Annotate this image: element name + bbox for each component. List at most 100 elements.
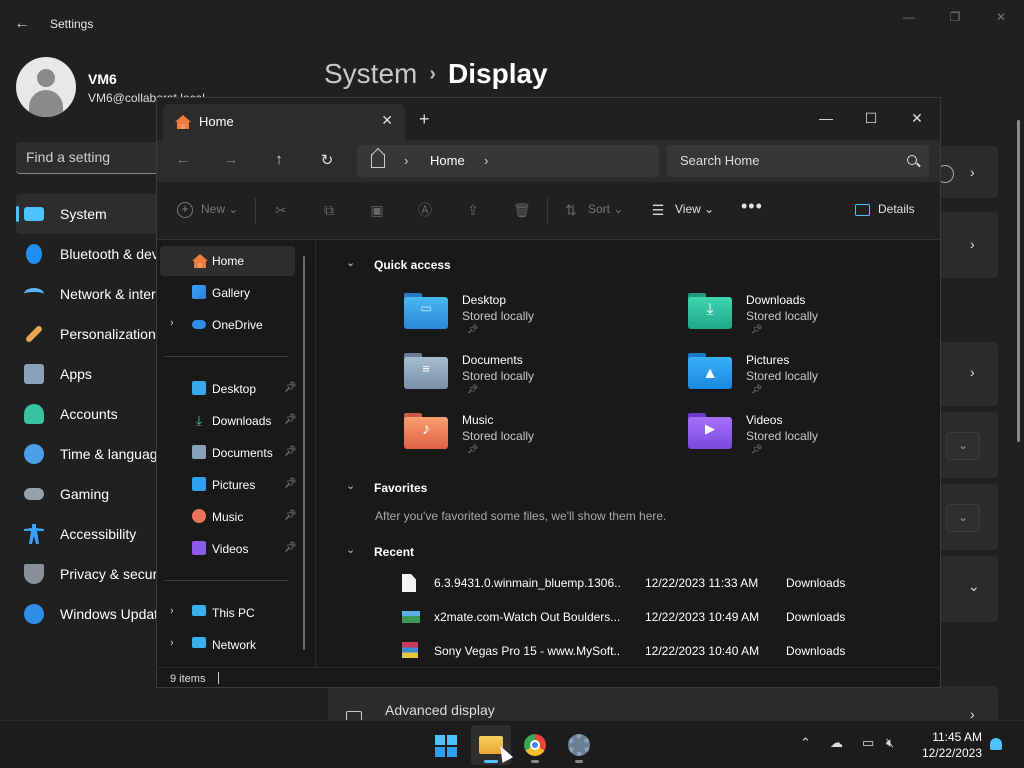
sort-icon[interactable]: ⇅ [563, 202, 579, 218]
new-icon[interactable]: + [177, 202, 193, 218]
recent-row[interactable]: Sony Vegas Pro 15 - www.MySoft... 12/22/… [402, 640, 922, 662]
sidebar-item-network[interactable]: › Network [160, 630, 295, 660]
search-input[interactable]: Search Home [667, 145, 929, 177]
up-arrow-icon[interactable]: ↑ [268, 151, 290, 168]
quick-access-item-documents[interactable]: ≡ Documents Stored locally 📌︎ [404, 353, 664, 409]
quick-access-item-pictures[interactable]: ▲ Pictures Stored locally 📌︎ [688, 353, 948, 409]
recent-row[interactable]: 6.3.9431.0.winmain_bluemp.1306... 12/22/… [402, 572, 922, 594]
sidebar-item-home[interactable]: Home [160, 246, 295, 276]
share-icon[interactable]: ⇪ [465, 202, 481, 218]
network-status-icon[interactable]: ▭ [862, 735, 874, 751]
forward-arrow-icon[interactable]: → [220, 151, 242, 168]
chevron-right-icon[interactable]: › [484, 153, 488, 168]
volume-muted-icon[interactable]: 🔇︎ [886, 735, 894, 751]
chevron-down-icon[interactable]: ⌄ [346, 256, 355, 269]
details-pane-icon[interactable] [855, 204, 870, 216]
nav-item-accessibility[interactable]: Accessibility [16, 514, 166, 554]
sidebar-item-onedrive[interactable]: › OneDrive [160, 310, 295, 340]
taskbar-settings[interactable] [559, 725, 599, 765]
sidebar-item-gallery[interactable]: Gallery [160, 278, 295, 308]
sidebar-item-downloads[interactable]: ⤓ Downloads 📌︎ [160, 406, 297, 436]
chevron-right-icon[interactable]: › [170, 605, 174, 617]
scrollbar[interactable] [1017, 120, 1020, 442]
nav-item-gaming[interactable]: Gaming [16, 474, 166, 514]
quick-access-item-desktop[interactable]: ▭ Desktop Stored locally 📌︎ [404, 293, 664, 349]
system-clock[interactable]: 11:45 AM 12/22/2023 [916, 729, 982, 761]
more-options-icon[interactable]: ••• [741, 196, 763, 217]
chevron-down-icon[interactable]: ⌄ [346, 479, 355, 492]
details-button[interactable]: Details [878, 202, 915, 216]
pin-icon[interactable]: 📌︎ [284, 446, 297, 457]
recent-heading[interactable]: Recent [374, 545, 414, 559]
view-button[interactable]: View ⌄ [675, 202, 714, 216]
chevron-right-icon[interactable]: › [170, 317, 174, 329]
nav-item-network[interactable]: Network & internet [16, 274, 166, 314]
minimize-icon[interactable]: — [812, 106, 840, 130]
address-bar[interactable]: › Home › [357, 145, 659, 177]
sidebar-item-documents[interactable]: Documents 📌︎ [160, 438, 297, 468]
chevron-right-icon[interactable]: › [170, 637, 174, 649]
nav-item-windows-update[interactable]: Windows Update [16, 594, 166, 634]
dropdown-chevron-icon[interactable]: ⌄ [946, 432, 980, 460]
scrollbar[interactable] [303, 256, 305, 650]
onedrive-offline-icon[interactable]: ☁︎ [830, 735, 843, 751]
home-icon[interactable] [371, 154, 385, 168]
chevron-down-icon[interactable]: ⌄ [346, 543, 355, 556]
sidebar-item-this-pc[interactable]: › This PC [160, 598, 295, 628]
sidebar-item-pictures[interactable]: Pictures 📌︎ [160, 470, 297, 500]
pin-icon[interactable]: 📌︎ [284, 510, 297, 521]
pin-icon[interactable]: 📌︎ [284, 382, 297, 393]
nav-item-accounts[interactable]: Accounts [16, 394, 166, 434]
nav-item-personalization[interactable]: Personalization [16, 314, 166, 354]
settings-card[interactable] [940, 212, 998, 278]
sidebar-item-desktop[interactable]: Desktop 📌︎ [160, 374, 297, 404]
avatar[interactable] [16, 57, 76, 117]
taskbar-chrome[interactable] [515, 725, 555, 765]
nav-item-privacy[interactable]: Privacy & security [16, 554, 166, 594]
tab-home[interactable]: Home ✕ [163, 104, 405, 140]
rename-icon[interactable]: Ⓐ [417, 202, 433, 218]
close-icon[interactable]: ✕ [990, 8, 1012, 26]
address-segment-home[interactable]: Home [430, 153, 465, 168]
dropdown-chevron-icon[interactable]: ⌄ [946, 504, 980, 532]
back-arrow-icon[interactable]: ← [172, 151, 194, 168]
nav-item-bluetooth[interactable]: Bluetooth & devices [16, 234, 166, 274]
notification-bell-icon[interactable] [990, 738, 1002, 750]
settings-card[interactable] [940, 342, 998, 406]
quick-access-item-downloads[interactable]: ⤓ Downloads Stored locally 📌︎ [688, 293, 948, 349]
maximize-icon[interactable]: ☐ [857, 106, 885, 130]
sidebar-item-videos[interactable]: Videos 📌︎ [160, 534, 297, 564]
nav-item-apps[interactable]: Apps [16, 354, 166, 394]
new-tab-icon[interactable]: + [419, 109, 430, 130]
quick-access-item-music[interactable]: ♪ Music Stored locally 📌︎ [404, 413, 664, 469]
sort-button[interactable]: Sort ⌄ [588, 202, 623, 216]
back-arrow-icon[interactable]: ← [14, 12, 34, 36]
refresh-icon[interactable]: ↻ [316, 151, 338, 169]
chevron-up-icon[interactable]: ⌃ [800, 735, 811, 751]
quick-access-heading[interactable]: Quick access [374, 258, 451, 272]
quick-access-item-videos[interactable]: ▶ Videos Stored locally 📌︎ [688, 413, 948, 469]
pin-icon[interactable]: 📌︎ [284, 478, 297, 489]
copy-icon[interactable]: ⧉ [321, 202, 337, 218]
nav-item-system[interactable]: System [16, 194, 166, 234]
find-setting-input[interactable]: Find a setting [16, 142, 166, 174]
view-icon[interactable]: ☰ [650, 202, 666, 218]
chevron-right-icon[interactable]: › [404, 153, 408, 168]
recent-row[interactable]: x2mate.com-Watch Out Boulders... 12/22/2… [402, 606, 922, 628]
chevron-down-icon[interactable]: ⌄ [968, 578, 980, 595]
start-button[interactable] [426, 725, 466, 765]
minimize-icon[interactable]: — [898, 8, 920, 26]
pin-icon[interactable]: 📌︎ [284, 542, 297, 553]
sidebar-item-music[interactable]: Music 📌︎ [160, 502, 297, 532]
cut-icon[interactable]: ✂ [273, 202, 289, 218]
pin-icon[interactable]: 📌︎ [284, 414, 297, 425]
new-button[interactable]: New ⌄ [201, 202, 238, 216]
nav-item-time-language[interactable]: Time & language [16, 434, 166, 474]
maximize-icon[interactable]: ❐ [944, 8, 966, 26]
close-icon[interactable]: ✕ [903, 106, 931, 130]
breadcrumb-parent[interactable]: System [324, 58, 417, 89]
favorites-heading[interactable]: Favorites [374, 481, 427, 495]
close-tab-icon[interactable]: ✕ [381, 112, 393, 129]
delete-icon[interactable]: 🗑︎ [513, 202, 531, 218]
paste-icon[interactable]: ▣ [369, 202, 385, 218]
